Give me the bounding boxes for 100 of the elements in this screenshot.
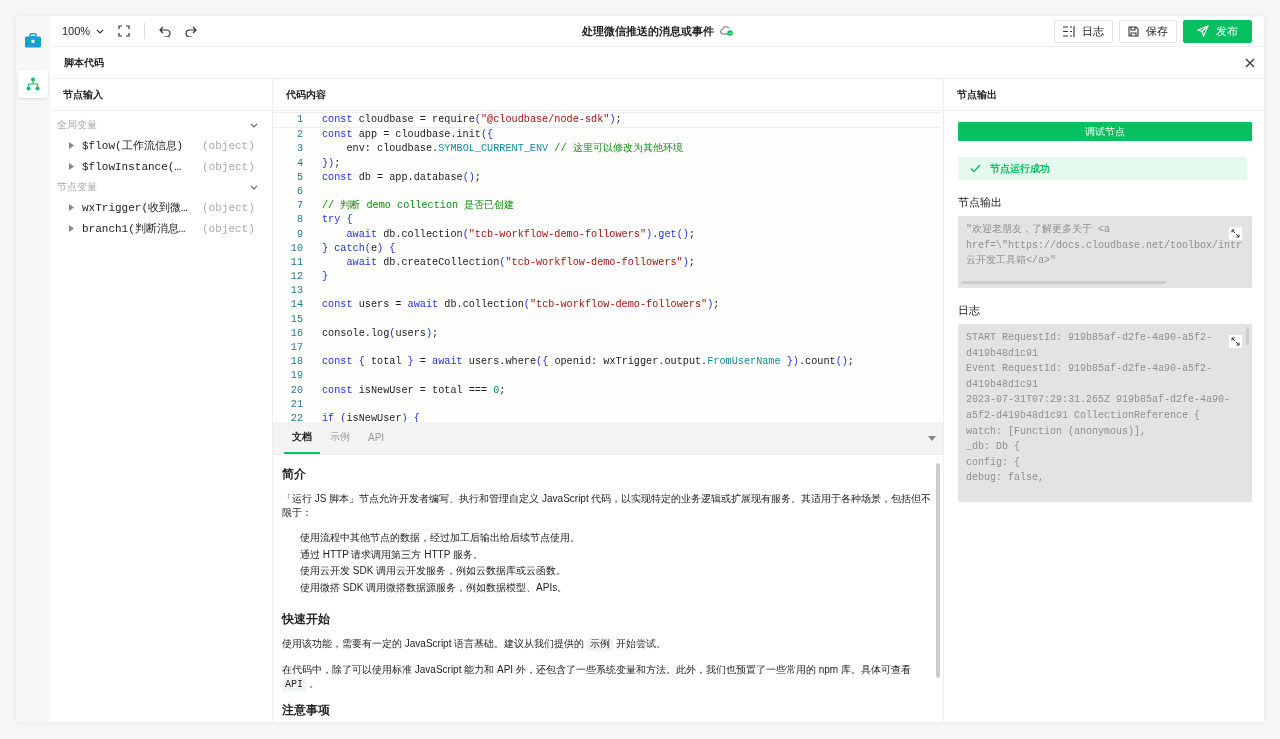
- expand-arrow-icon[interactable]: [69, 225, 74, 232]
- log-line: config: {: [966, 455, 1020, 470]
- code-line: const app = cloudbase.init({: [322, 128, 494, 143]
- code-line: const cloudbase = require("@cloudbase/node-sdk");: [322, 113, 622, 127]
- code-line: const users = await db.collection("tcb-workflow-demo-followers");: [322, 298, 720, 313]
- line-number: 2: [295, 128, 303, 143]
- save-icon: [1128, 25, 1139, 37]
- line-number: 19: [289, 369, 303, 384]
- section-heading: 注意事项: [282, 703, 331, 718]
- expand-arrow-icon[interactable]: [69, 142, 74, 149]
- line-number: 15: [289, 312, 303, 327]
- list-item: 使用云开发 SDK 调用云开发服务，例如云数据库或云函数。: [300, 564, 568, 578]
- output-line: "欢迎老朋友，了解更多关于 <a: [966, 222, 1110, 237]
- hierarchy-icon: [26, 77, 40, 91]
- paragraph: 在代码中，除了可以使用标准 JavaScript 能力和 API 外，还包含了一些系统变量和方法。此外，我们也预置了一些常用的 npm 库。具体可查看 API 。: [282, 663, 912, 691]
- doc-tab[interactable]: 文档: [284, 422, 320, 454]
- variable-name[interactable]: $flow(工作流信息): [82, 138, 202, 153]
- status-banner: 节点运行成功: [958, 157, 1247, 180]
- column-title: 节点输出: [957, 87, 997, 102]
- line-number: 13: [289, 284, 303, 299]
- paragraph: 使用该功能，需要有一定的 JavaScript 语言基础。建议从我们提供的 示例 开始尝试。: [282, 637, 667, 651]
- code-line: } catch(e) {: [322, 241, 396, 256]
- code-line: }: [322, 270, 329, 285]
- code-line: await db.collection("tcb-workflow-demo-followers").get();: [345, 227, 695, 242]
- list-item: 使用流程中其他节点的数据，经过加工后输出给后续节点使用。: [300, 531, 581, 545]
- variable-type: (object): [202, 222, 255, 235]
- expand-arrow-icon[interactable]: [69, 163, 74, 170]
- log-line: 2023-07-31T07:29:31.265Z 919b85af-d2fe-4a90-: [966, 393, 1231, 408]
- section-heading: 快速开始: [282, 612, 331, 627]
- log-line: _db: Db {: [966, 440, 1020, 455]
- line-number: 20: [289, 383, 303, 398]
- output-line: href=\"https://docs.cloudbase.net/toolbox/intr: [966, 238, 1243, 253]
- code-line: // 判断 demo collection 是否已创建: [322, 199, 515, 214]
- expand-icon[interactable]: [1229, 227, 1242, 240]
- toolbox-icon: [25, 32, 41, 48]
- column-title: 代码内容: [286, 87, 326, 102]
- undo-icon[interactable]: [159, 25, 172, 37]
- expand-icon[interactable]: [1229, 335, 1242, 348]
- variable-name[interactable]: $flowInstance(…: [82, 160, 202, 173]
- variable-type: (object): [202, 160, 255, 173]
- flow-title: 处理微信推送的消息或事件: [581, 23, 714, 39]
- variable-name[interactable]: wxTrigger(收到微…: [82, 200, 202, 215]
- list-item: 通过 HTTP 请求调用第三方 HTTP 服务。: [300, 547, 484, 562]
- cloud-check-icon: [719, 26, 733, 36]
- line-number: 7: [295, 199, 303, 214]
- code-line: const db = app.database();: [322, 170, 481, 185]
- line-number: 17: [289, 341, 303, 355]
- expand-arrow-icon[interactable]: [69, 204, 74, 211]
- column-title: 节点输入: [63, 87, 103, 102]
- log-line: a5f2-d419b48d1c91 CollectionReference {: [966, 408, 1201, 423]
- line-number: 16: [289, 326, 303, 341]
- line-number: 21: [289, 397, 303, 412]
- line-number: 8: [295, 213, 303, 228]
- log-line: d419b48d1c91: [966, 377, 1038, 392]
- list-icon: [1063, 25, 1075, 37]
- line-number: 18: [289, 355, 303, 370]
- log-line: watch: [Function (anonymous)],: [966, 424, 1147, 439]
- redo-icon[interactable]: [185, 25, 198, 37]
- line-number: 1: [295, 113, 303, 127]
- code-line: await db.createCollection("tcb-workflow-demo-followers");: [345, 255, 695, 270]
- code-line: console.log(users);: [322, 326, 439, 341]
- chevron-down-icon: [96, 28, 105, 34]
- code-line: const { total } = await users.where({ openid: wxTrigger.output.FromUserName }).count();: [322, 355, 854, 370]
- line-number: 12: [289, 270, 303, 285]
- close-icon[interactable]: [1245, 57, 1255, 68]
- scrollbar[interactable]: [936, 463, 940, 678]
- variable-type: (object): [202, 201, 255, 214]
- fullscreen-icon[interactable]: [118, 25, 131, 37]
- log-line: Event RequestId: 919b85af-d2fe-4a90-a5f2-: [966, 362, 1213, 377]
- output-line: 云开发工具箱</a>": [966, 254, 1056, 269]
- chevron-down-icon: [250, 122, 258, 128]
- line-number: 9: [295, 227, 303, 242]
- line-number: 14: [289, 298, 303, 313]
- variable-type: (object): [202, 139, 255, 152]
- output-label: 节点输出: [958, 195, 1003, 210]
- code-line: try {: [322, 213, 353, 228]
- line-number: 22: [289, 411, 303, 422]
- line-number: 4: [295, 156, 303, 171]
- list-item: 使用微搭 SDK 调用微搭数据源服务，例如数据模型、APIs。: [300, 580, 569, 595]
- zoom-dropdown[interactable]: 100%: [62, 25, 105, 37]
- line-number: 11: [289, 255, 303, 270]
- code-line: const isNewUser = total === 0;: [322, 383, 506, 398]
- section-heading: 简介: [282, 467, 307, 482]
- log-label: 日志: [958, 303, 981, 318]
- line-number: 10: [289, 241, 303, 256]
- line-number: 3: [295, 142, 303, 157]
- save-button[interactable]: 保存: [1119, 19, 1177, 43]
- rail-tab[interactable]: [18, 70, 48, 98]
- chevron-down-icon: [250, 184, 258, 190]
- code-line: });: [322, 156, 341, 171]
- log-line: START RequestId: 919b85af-d2fe-4a90-a5f2-: [966, 331, 1213, 345]
- log-line: d419b48d1c91: [966, 346, 1038, 361]
- line-number: 5: [295, 170, 303, 185]
- send-icon: [1197, 25, 1209, 37]
- paragraph: 「运行 JS 脚本」节点允许开发者编写、执行和管理自定义 JavaScript 代码，以实现特定的业务逻辑或扩展现有服务。其适用于各种场景，包括但不限于：: [282, 492, 932, 520]
- code-line: env: cloudbase.SYMBOL_CURRENT_ENV // 这里可以修改为其他环境: [345, 142, 683, 157]
- collapse-caret-icon[interactable]: [928, 436, 936, 441]
- variable-name[interactable]: branch1(判断消息…: [82, 221, 202, 236]
- log-button[interactable]: 日志: [1054, 19, 1113, 43]
- panel-title: 脚本代码: [64, 55, 104, 70]
